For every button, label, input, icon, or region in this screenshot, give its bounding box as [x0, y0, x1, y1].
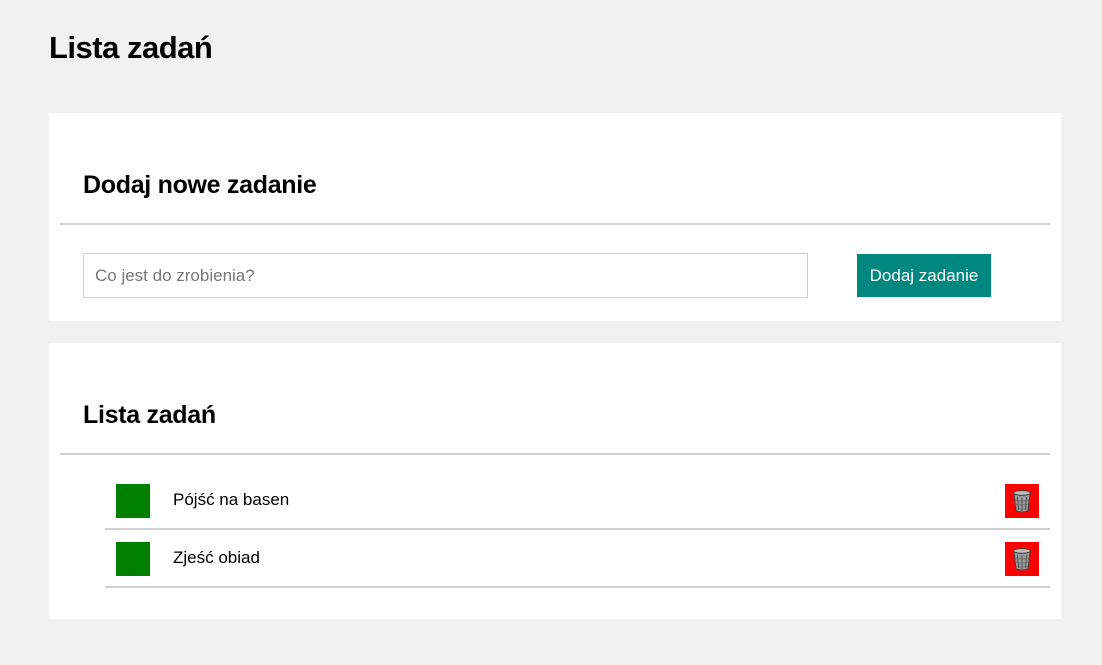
- new-task-input[interactable]: [83, 253, 808, 298]
- task-list-heading: Lista zadań: [83, 401, 216, 429]
- add-task-card: Dodaj nowe zadanie Dodaj zadanie: [49, 113, 1061, 321]
- task-text: Zjeść obiad: [173, 548, 260, 567]
- task-text: Pójść na basen: [173, 490, 290, 509]
- task-item: Zjeść obiad: [105, 530, 1050, 588]
- trash-icon: [1013, 548, 1031, 571]
- page-title: Lista zadań: [49, 30, 213, 65]
- task-list-card: Lista zadań Pójść na basen Zjeść obiad: [49, 343, 1061, 619]
- complete-task-button[interactable]: [116, 542, 150, 576]
- task-list-divider: [60, 453, 1050, 455]
- add-task-button[interactable]: Dodaj zadanie: [857, 254, 991, 297]
- add-task-heading: Dodaj nowe zadanie: [83, 171, 317, 199]
- complete-task-button[interactable]: [116, 484, 150, 518]
- task-item: Pójść na basen: [105, 472, 1050, 530]
- task-list: Pójść na basen Zjeść obiad: [105, 472, 1050, 588]
- delete-task-button[interactable]: [1005, 542, 1039, 576]
- add-task-divider: [60, 223, 1050, 225]
- delete-task-button[interactable]: [1005, 484, 1039, 518]
- trash-icon: [1013, 490, 1031, 513]
